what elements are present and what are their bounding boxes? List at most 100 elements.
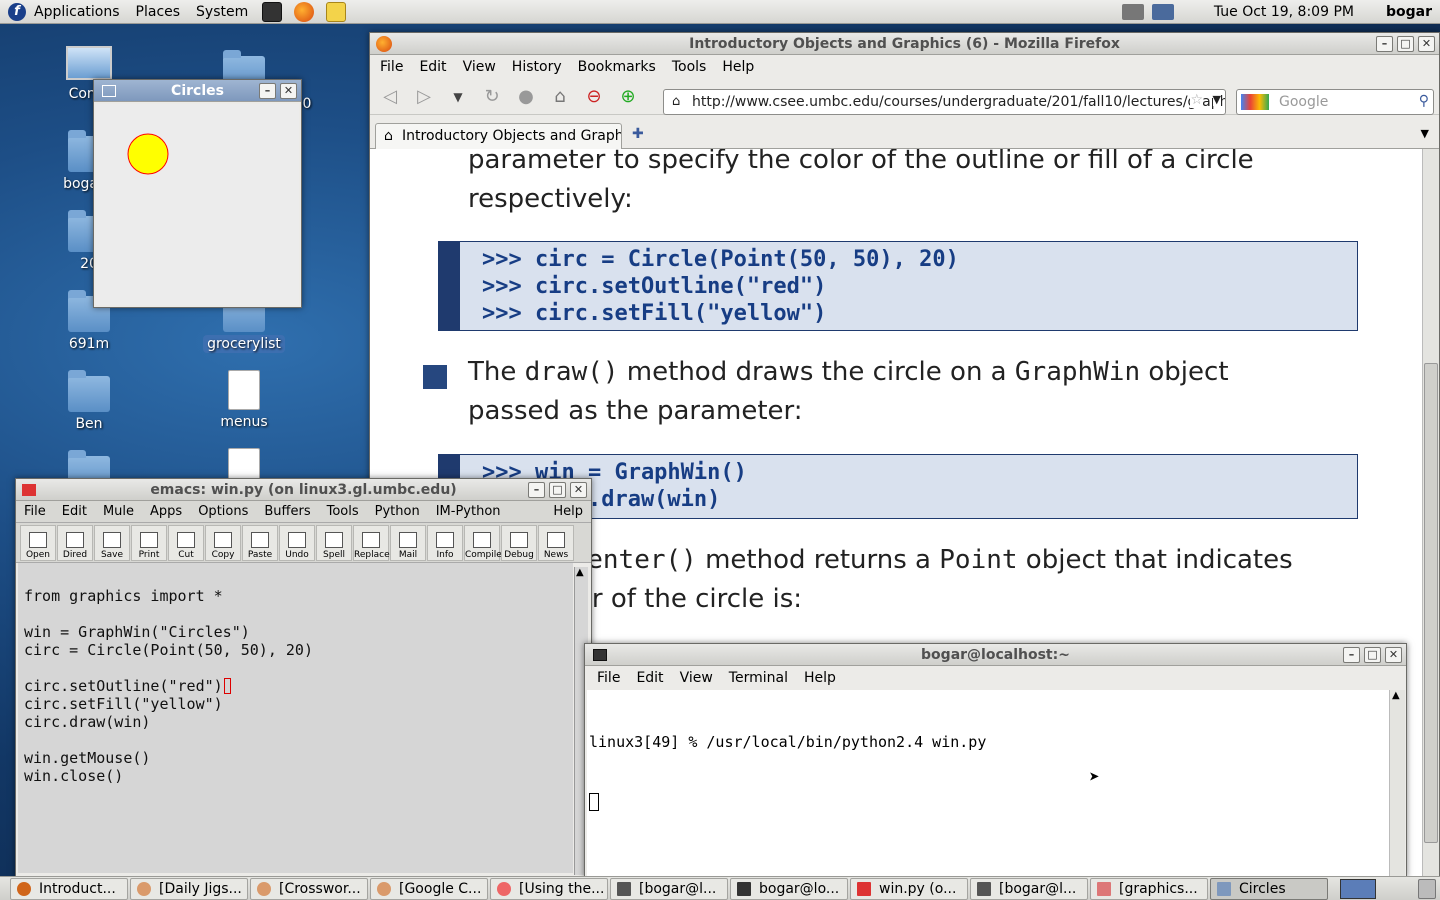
menu-history[interactable]: History — [504, 59, 570, 75]
places-menu[interactable]: Places — [128, 0, 189, 24]
scroll-up-arrow-icon[interactable]: ▲ — [576, 567, 584, 578]
notes-launcher-icon[interactable] — [326, 1, 347, 22]
bookmark-star-icon[interactable]: ☆ — [1190, 92, 1203, 108]
menu-file[interactable]: File — [589, 670, 628, 686]
page-scrollbar[interactable] — [1422, 149, 1439, 877]
applications-menu[interactable]: f Applications — [0, 0, 128, 24]
task-daily-jigsaw[interactable]: [Daily Jigs... — [130, 877, 248, 900]
task-using-the[interactable]: [Using the... — [490, 877, 608, 900]
search-icon[interactable]: ⚲ — [1419, 93, 1429, 109]
stop-icon[interactable]: ● — [514, 86, 538, 107]
desktop-icon-menus[interactable]: menus — [199, 370, 289, 430]
menu-tools[interactable]: Tools — [664, 59, 715, 75]
menu-bookmarks[interactable]: Bookmarks — [570, 59, 664, 75]
cut-button[interactable]: Cut — [168, 525, 204, 561]
menu-view[interactable]: View — [455, 59, 504, 75]
mail-button[interactable]: Mail — [390, 525, 426, 561]
minimize-button[interactable]: – — [528, 482, 545, 498]
user-name[interactable]: bogar — [1386, 4, 1432, 20]
menu-buffers[interactable]: Buffers — [256, 504, 318, 519]
home-icon[interactable]: ⌂ — [548, 86, 572, 107]
menu-tools[interactable]: Tools — [319, 504, 367, 519]
trash-icon[interactable] — [1418, 878, 1436, 899]
replace-button[interactable]: Replace — [353, 525, 390, 561]
tab-introductory-objects[interactable]: ⌂ Introductory Objects and Graph... — [375, 123, 622, 149]
dired-button[interactable]: Dired — [57, 525, 93, 561]
new-tab-icon[interactable]: ✚ — [632, 126, 644, 142]
volume-icon[interactable] — [1121, 3, 1144, 20]
print-button[interactable]: Print — [131, 525, 167, 561]
maximize-button[interactable]: □ — [549, 482, 566, 498]
copy-button[interactable]: Copy — [205, 525, 241, 561]
close-button[interactable]: ✕ — [1385, 647, 1402, 663]
maximize-button[interactable]: □ — [1397, 36, 1414, 52]
close-button[interactable]: ✕ — [280, 83, 297, 99]
google-engine-icon[interactable] — [1241, 94, 1269, 110]
task-graphics[interactable]: [graphics... — [1090, 877, 1208, 900]
news-button[interactable]: News — [538, 525, 574, 561]
task-circles[interactable]: Circles — [1210, 877, 1328, 900]
url-dropdown-icon[interactable]: ▼ — [1212, 93, 1221, 106]
url-bar[interactable]: ⌂ http://www.csee.umbc.edu/courses/under… — [663, 89, 1226, 115]
back-arrow-icon[interactable]: ◁ — [378, 86, 402, 107]
minimize-button[interactable]: – — [1376, 36, 1393, 52]
info-button[interactable]: Info — [427, 525, 463, 561]
scroll-thumb[interactable] — [1424, 363, 1438, 843]
system-menu[interactable]: System — [188, 0, 256, 24]
circles-titlebar[interactable]: Circles – ✕ — [94, 80, 301, 102]
task-emacs[interactable]: win.py (o... — [850, 877, 968, 900]
history-dropdown-icon[interactable]: ▼ — [446, 90, 470, 104]
forward-arrow-icon[interactable]: ▷ — [412, 86, 436, 107]
menu-terminal[interactable]: Terminal — [721, 670, 796, 686]
menu-edit[interactable]: Edit — [411, 59, 454, 75]
terminal-scrollbar[interactable]: ▲ — [1389, 690, 1405, 876]
open-button[interactable]: Open — [20, 525, 56, 561]
minimize-button[interactable]: – — [1343, 647, 1360, 663]
terminal-titlebar[interactable]: bogar@localhost:~ – □ ✕ — [585, 644, 1406, 666]
task-terminal-3[interactable]: [bogar@l... — [970, 877, 1088, 900]
tab-list-icon[interactable]: ▼ — [1421, 127, 1429, 140]
menu-options[interactable]: Options — [190, 504, 256, 519]
undo-button[interactable]: Undo — [279, 525, 315, 561]
compile-button[interactable]: Compile — [464, 525, 502, 561]
menu-edit[interactable]: Edit — [54, 504, 95, 519]
task-google[interactable]: [Google C... — [370, 877, 488, 900]
zoom-in-icon[interactable]: ⊕ — [616, 86, 640, 107]
maximize-button[interactable]: □ — [1364, 647, 1381, 663]
clock[interactable]: Tue Oct 19, 8:09 PM — [1214, 4, 1354, 20]
debug-button[interactable]: Debug — [501, 525, 537, 561]
zoom-out-icon[interactable]: ⊖ — [582, 86, 606, 107]
desktop-icon-ben[interactable]: Ben — [44, 370, 134, 432]
emacs-titlebar[interactable]: emacs: win.py (on linux3.gl.umbc.edu) – … — [16, 479, 591, 501]
menu-apps[interactable]: Apps — [142, 504, 190, 519]
reload-icon[interactable]: ↻ — [480, 86, 504, 107]
menu-edit[interactable]: Edit — [628, 670, 671, 686]
menu-file[interactable]: File — [16, 504, 54, 519]
workspace-switcher[interactable] — [1340, 878, 1376, 899]
menu-help[interactable]: Help — [714, 59, 762, 75]
save-button[interactable]: Save — [94, 525, 130, 561]
paste-button[interactable]: Paste — [242, 525, 278, 561]
terminal-launcher-icon[interactable] — [262, 1, 283, 22]
firefox-launcher-icon[interactable] — [294, 1, 315, 22]
menu-help[interactable]: Help — [545, 504, 591, 519]
menu-im-python[interactable]: IM-Python — [428, 504, 509, 519]
menu-mule[interactable]: Mule — [95, 504, 142, 519]
menu-python[interactable]: Python — [367, 504, 428, 519]
task-firefox[interactable]: Introduct... — [10, 877, 128, 900]
network-icon[interactable] — [1151, 3, 1174, 20]
task-terminal-2[interactable]: bogar@lo... — [730, 877, 848, 900]
menu-file[interactable]: File — [372, 59, 411, 75]
menu-view[interactable]: View — [672, 670, 721, 686]
close-button[interactable]: ✕ — [570, 482, 587, 498]
close-button[interactable]: ✕ — [1418, 36, 1435, 52]
search-box[interactable]: Google ⚲ — [1236, 89, 1434, 115]
terminal-output[interactable]: linux3[49] % /usr/local/bin/python2.4 wi… — [587, 690, 1389, 876]
scroll-up-arrow-icon[interactable]: ▲ — [1392, 690, 1400, 701]
menu-help[interactable]: Help — [796, 670, 844, 686]
task-crossword[interactable]: [Crosswor... — [250, 877, 368, 900]
emacs-editor-buffer[interactable]: from graphics import * win = GraphWin("Ci… — [18, 563, 573, 873]
firefox-titlebar[interactable]: Introductory Objects and Graphics (6) - … — [370, 33, 1439, 55]
spell-button[interactable]: Spell — [316, 525, 352, 561]
circles-canvas[interactable] — [96, 104, 299, 305]
